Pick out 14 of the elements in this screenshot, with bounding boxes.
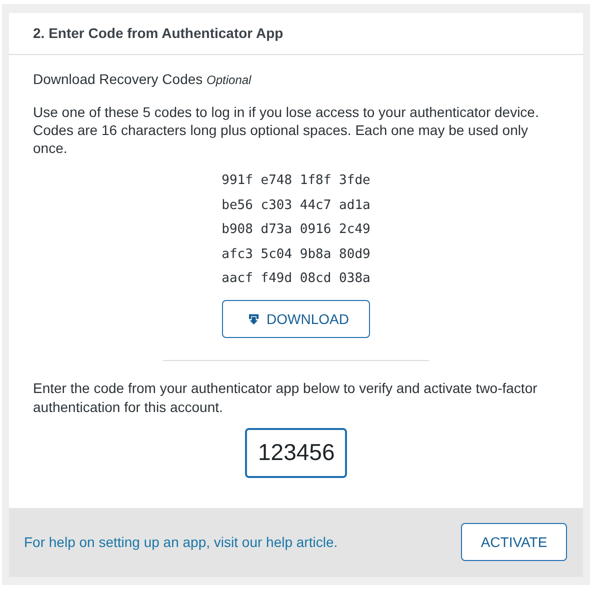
recovery-code: be56 c303 44c7 ad1a <box>222 196 370 214</box>
activate-button[interactable]: ACTIVATE <box>461 522 567 560</box>
recovery-code: afc3 5c04 9b8a 80d9 <box>222 246 370 264</box>
verify-instruction: Enter the code from your authenticator app below to verify and activate two-factor authentication for this account. <box>33 378 538 416</box>
help-link[interactable]: For help on setting up an app, visit our help article. <box>24 534 338 550</box>
optional-tag: Optional <box>206 73 252 87</box>
recovery-heading: Download Recovery Codes <box>33 71 203 87</box>
recovery-code: b908 d73a 0916 2c49 <box>222 221 370 239</box>
code-input[interactable]: 123456 <box>245 428 347 478</box>
download-button[interactable]: DOWNLOAD <box>222 300 370 338</box>
section-title: 2. Enter Code from Authenticator App <box>9 13 583 55</box>
recovery-code: 991f e748 1f8f 3fde <box>222 172 370 190</box>
recovery-code: aacf f49d 08cd 038a <box>222 270 370 288</box>
recovery-description: Use one of these 5 codes to log in if you lose access to your authenticator device. Codes are 16 characters long plus optional spaces. Each one may be used only once. <box>33 103 540 157</box>
